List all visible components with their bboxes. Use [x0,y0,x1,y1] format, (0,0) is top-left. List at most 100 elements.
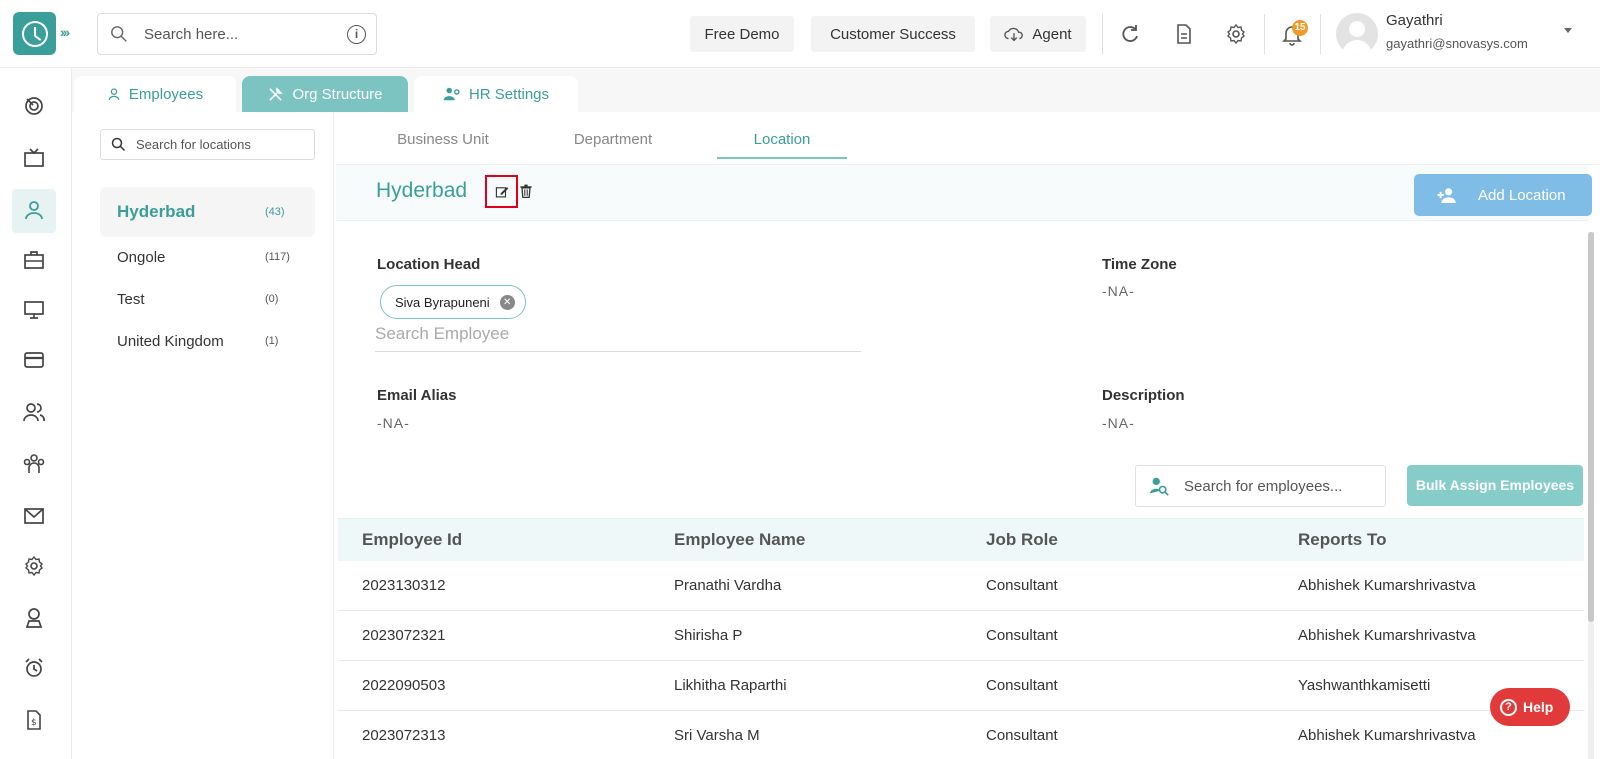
tab-business-unit[interactable]: Business Unit [378,121,508,159]
employee-id: 2023072321 [362,627,446,644]
edit-location-button[interactable] [485,175,518,208]
reports-to: Abhishek Kumarshrivastva [1298,577,1476,594]
search-icon [111,137,126,152]
column-header[interactable]: Job Role [986,530,1058,550]
location-head-chip: Siva Byrapuneni ✕ [380,285,526,319]
user-name[interactable]: Gayathri [1386,12,1443,29]
delete-location-icon[interactable] [518,183,534,199]
chevron-down-icon[interactable] [1564,28,1572,33]
location-name: Test [117,290,145,308]
location-item-united-kingdom[interactable]: United Kingdom (1) [100,316,315,366]
tab-label: Employees [128,85,204,103]
tab-location[interactable]: Location [717,121,847,159]
free-demo-button[interactable]: Free Demo [690,16,794,52]
info-icon[interactable]: i [347,25,366,44]
tv-icon[interactable] [22,146,46,170]
tab-org-structure[interactable]: Org Structure [242,76,408,112]
column-header[interactable]: Employee Id [362,530,462,550]
divider [1264,14,1265,54]
location-name: Ongole [117,248,166,266]
add-user-icon [1437,188,1456,203]
employee-id: 2023072313 [362,727,446,744]
employee-id: 2022090503 [362,677,446,694]
job-role: Consultant [986,577,1058,594]
employee-name: Likhitha Raparthi [674,677,787,694]
employees-table: Employee Id Employee Name Job Role Repor… [338,518,1584,759]
job-role: Consultant [986,627,1058,644]
alarm-clock-icon[interactable] [22,656,46,680]
users-icon[interactable] [22,400,46,424]
settings-icon[interactable] [22,554,46,578]
org-sub-tabs: Business Unit Department Location [336,121,1600,165]
employees-search-input[interactable] [1184,477,1364,495]
bulk-assign-button[interactable]: Bulk Assign Employees [1407,465,1583,506]
briefcase-icon[interactable] [22,248,46,272]
customer-success-button[interactable]: Customer Success [811,16,975,52]
divider [1320,14,1321,54]
table-row[interactable]: 2022090503 Likhitha Raparthi Consultant … [338,661,1584,711]
table-row[interactable]: 2023072321 Shirisha P Consultant Abhishe… [338,611,1584,661]
table-row[interactable]: 2023072313 Sri Varsha M Consultant Abhis… [338,711,1584,759]
app-logo[interactable] [13,12,56,55]
avatar[interactable] [1336,13,1378,55]
add-location-button[interactable]: Add Location [1414,174,1592,216]
tab-label: Org Structure [292,85,383,103]
column-header[interactable]: Employee Name [674,530,805,550]
gear-icon[interactable] [1224,22,1248,46]
location-name: United Kingdom [117,332,224,350]
column-header[interactable]: Reports To [1298,530,1386,550]
tab-hr-settings[interactable]: HR Settings [414,76,578,112]
location-header: Hyderbad Add Location [336,165,1592,221]
tab-department[interactable]: Department [543,121,683,159]
dashboard-icon[interactable] [22,94,46,118]
location-count: (0) [265,293,279,305]
location-title: Hyderbad [376,179,468,202]
user-search-icon [1149,477,1169,496]
location-search-input[interactable] [136,137,306,152]
reports-to: Abhishek Kumarshrivastva [1298,627,1476,644]
cloud-download-icon [1004,27,1024,42]
search-employee-input[interactable] [375,324,861,344]
credit-card-icon[interactable] [22,348,46,372]
document-icon[interactable] [1172,22,1196,46]
scrollbar[interactable] [1588,232,1594,759]
employee-id: 2023130312 [362,577,446,594]
location-item-hyderbad[interactable]: Hyderbad (43) [100,187,315,237]
agent-label: Agent [1032,25,1072,43]
mail-icon[interactable] [22,504,46,528]
tab-employees[interactable]: Employees [74,76,236,112]
person-icon [108,88,120,100]
divider [1102,14,1103,54]
search-icon [111,26,127,42]
badge-person-icon[interactable] [22,606,46,630]
location-count: (43) [265,206,285,218]
reports-to: Abhishek Kumarshrivastva [1298,727,1476,744]
user-email: gayathri@snovasys.com [1386,36,1528,51]
location-count: (1) [265,335,279,347]
team-icon[interactable] [22,452,46,476]
help-button[interactable]: ? Help [1490,688,1570,726]
refresh-icon[interactable] [1118,22,1142,46]
location-count: (117) [265,251,290,263]
table-row[interactable]: 2023130312 Pranathi Vardha Consultant Ab… [338,561,1584,611]
edit-icon [495,186,508,197]
chip-label: Siva Byrapuneni [395,294,490,310]
employee-name: Shirisha P [674,627,743,644]
module-tabs: Employees Org Structure HR Settings [72,68,1600,112]
person-icon[interactable] [22,198,46,222]
svg-text:$: $ [31,718,37,728]
location-head-label: Location Head [377,256,481,273]
remove-chip-icon[interactable]: ✕ [499,294,515,310]
search-employee-field [375,324,861,352]
global-search-input[interactable] [144,25,334,43]
expand-sidebar-icon[interactable]: ››› [60,24,70,40]
time-zone-label: Time Zone [1102,256,1177,273]
agent-button[interactable]: Agent [990,16,1086,52]
clock-icon [21,20,48,47]
job-role: Consultant [986,727,1058,744]
top-bar: ››› i Free Demo Customer Success Agent 1… [0,0,1600,68]
invoice-icon[interactable]: $ [22,708,46,732]
scrollbar-thumb[interactable] [1588,232,1594,622]
job-role: Consultant [986,677,1058,694]
monitor-icon[interactable] [22,298,46,322]
